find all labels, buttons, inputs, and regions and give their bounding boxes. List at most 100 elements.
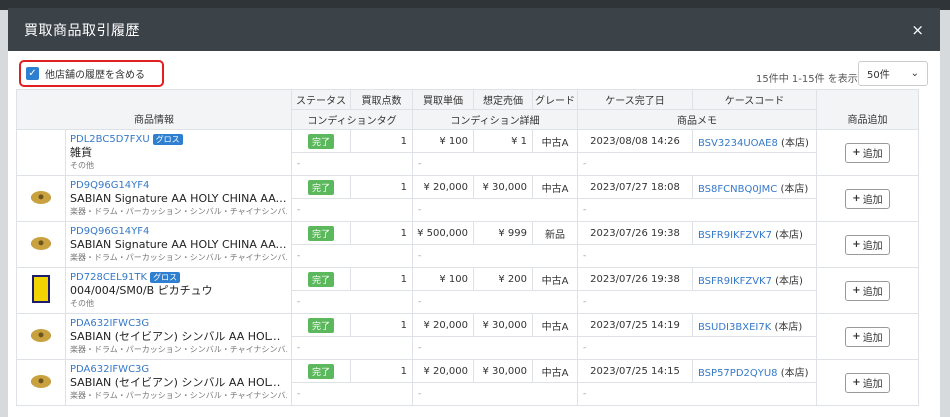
qty-cell: 1 <box>350 359 413 383</box>
add-button-label: 追加 <box>862 241 883 252</box>
unit-price-cell: ¥ 100 <box>412 129 474 153</box>
add-button[interactable]: + 追加 <box>845 326 890 347</box>
table-row: PD9Q96G14YF4 SABIAN Signature AA HOLY CHI… <box>16 221 919 268</box>
grade-cell: 中古A <box>532 267 578 291</box>
case-code-cell: BS8FCNBQ0JMC (本店) <box>692 175 817 199</box>
product-info-cell: PDA632IFWC3G SABIAN (セイビアン) シンバル AA HOLY … <box>65 359 292 406</box>
add-cell: + 追加 <box>816 267 919 314</box>
add-cell: + 追加 <box>816 129 919 176</box>
product-name: 004/004/SM0/B ピカチュウ <box>70 284 213 297</box>
case-code-link[interactable]: BSFR9IKFZVK7 <box>698 230 772 241</box>
include-other-stores-toggle[interactable]: ✓ 他店舗の履歴を含める <box>19 60 164 87</box>
case-done-cell: 2023/07/25 14:19 <box>577 313 693 337</box>
case-code-link[interactable]: BS8FCNBQ0JMC <box>698 184 777 195</box>
add-cell: + 追加 <box>816 221 919 268</box>
case-code-cell: BSFR9IKFZVK7 (本店) <box>692 221 817 245</box>
history-table: 商品情報 ステータス 買取点数 買取単価 想定売価 グレード ケース完了日 ケー… <box>16 89 919 406</box>
product-id-link[interactable]: PD9Q96G14YF4 <box>70 226 149 237</box>
add-button-label: 追加 <box>862 379 883 390</box>
condition-tag-cell: - <box>291 152 413 176</box>
per-page-select[interactable]: 50件 ⌄ <box>858 61 928 86</box>
memo-cell: - <box>577 336 817 360</box>
store-label: (本店) <box>775 275 803 287</box>
qty-cell: 1 <box>350 267 413 291</box>
per-page-value: 50件 <box>867 70 890 81</box>
product-id-link[interactable]: PDA632IFWC3G <box>70 364 149 375</box>
product-info-cell: PDL2BC5D7FXU グロス 雑貨 その他 <box>65 129 292 176</box>
case-done-cell: 2023/07/25 14:15 <box>577 359 693 383</box>
unit-price-cell: ¥ 500,000 <box>412 221 474 245</box>
product-thumbnail <box>31 190 51 204</box>
product-thumbnail <box>31 236 51 250</box>
add-cell: + 追加 <box>816 313 919 360</box>
case-code-cell: BSFR9IKFZVK7 (本店) <box>692 267 817 291</box>
thumbnail-cell <box>16 221 66 268</box>
product-category: 楽器・ドラム・パーカッション・シンバル・チャイナシンバル <box>70 253 287 262</box>
col-unit-price: 買取単価 <box>412 89 474 110</box>
background-page <box>0 10 8 417</box>
plus-icon: + <box>852 147 861 158</box>
status-cell: 完了 <box>291 267 351 291</box>
status-cell: 完了 <box>291 221 351 245</box>
product-id-link[interactable]: PD728CEL91TK <box>70 272 147 283</box>
store-label: (本店) <box>775 229 803 241</box>
thumbnail-cell <box>16 267 66 314</box>
condition-tag-cell: - <box>291 290 413 314</box>
col-expected-price: 想定売価 <box>473 89 533 110</box>
status-cell: 完了 <box>291 359 351 383</box>
add-button[interactable]: + 追加 <box>845 142 890 163</box>
thumbnail-cell <box>16 359 66 406</box>
product-id-link[interactable]: PDA632IFWC3G <box>70 318 149 329</box>
table-row: PDA632IFWC3G SABIAN (セイビアン) シンバル AA HOLY … <box>16 359 919 406</box>
add-button[interactable]: + 追加 <box>845 188 890 209</box>
col-memo: 商品メモ <box>577 109 817 130</box>
product-id-link[interactable]: PD9Q96G14YF4 <box>70 180 149 191</box>
add-button-label: 追加 <box>862 333 883 344</box>
col-qty: 買取点数 <box>350 89 413 110</box>
include-other-stores-checkbox[interactable]: ✓ <box>26 67 39 80</box>
add-button[interactable]: + 追加 <box>845 234 890 255</box>
product-info-cell: PD728CEL91TK グロス 004/004/SM0/B ピカチュウ その他 <box>65 267 292 314</box>
status-cell: 完了 <box>291 129 351 153</box>
add-button[interactable]: + 追加 <box>845 372 890 393</box>
grade-cell: 中古A <box>532 359 578 383</box>
condition-detail-cell: - <box>412 336 578 360</box>
unit-price-cell: ¥ 100 <box>412 267 474 291</box>
col-condition-detail: コンディション詳細 <box>412 109 578 130</box>
plus-icon: + <box>852 193 861 204</box>
qty-cell: 1 <box>350 221 413 245</box>
condition-tag-cell: - <box>291 244 413 268</box>
close-button[interactable]: × <box>911 21 924 39</box>
expected-price-cell: ¥ 999 <box>473 221 533 245</box>
unit-price-cell: ¥ 20,000 <box>412 313 474 337</box>
status-cell: 完了 <box>291 175 351 199</box>
product-id-link[interactable]: PDL2BC5D7FXU <box>70 134 150 145</box>
product-thumbnail <box>31 374 51 388</box>
status-badge: 完了 <box>307 317 334 333</box>
product-category: 楽器・ドラム・パーカッション・シンバル・チャイナシンバル <box>70 207 287 216</box>
qty-cell: 1 <box>350 175 413 199</box>
case-code-link[interactable]: BSUDI3BXEI7K <box>698 322 771 333</box>
add-button-label: 追加 <box>862 195 883 206</box>
case-done-cell: 2023/07/26 19:38 <box>577 221 693 245</box>
col-condition-tag: コンディションタグ <box>291 109 413 130</box>
unit-price-cell: ¥ 20,000 <box>412 359 474 383</box>
product-name: 雑貨 <box>70 146 92 159</box>
case-done-cell: 2023/07/26 19:38 <box>577 267 693 291</box>
case-code-link[interactable]: BSP57PD2QYU8 <box>698 368 778 379</box>
expected-price-cell: ¥ 30,000 <box>473 313 533 337</box>
memo-cell: - <box>577 198 817 222</box>
condition-tag-cell: - <box>291 198 413 222</box>
product-category: その他 <box>70 161 94 170</box>
case-code-link[interactable]: BSFR9IKFZVK7 <box>698 276 772 287</box>
include-other-stores-label: 他店舗の履歴を含める <box>45 70 145 81</box>
case-code-link[interactable]: BSV3234UOAE8 <box>698 138 778 149</box>
add-button[interactable]: + 追加 <box>845 280 890 301</box>
plus-icon: + <box>852 285 861 296</box>
add-button-label: 追加 <box>862 287 883 298</box>
expected-price-cell: ¥ 1 <box>473 129 533 153</box>
plus-icon: + <box>852 239 861 250</box>
grade-cell: 中古A <box>532 175 578 199</box>
product-name: SABIAN (セイビアン) シンバル AA HOLY CHINA 1... <box>70 330 287 343</box>
store-label: (本店) <box>780 367 809 379</box>
